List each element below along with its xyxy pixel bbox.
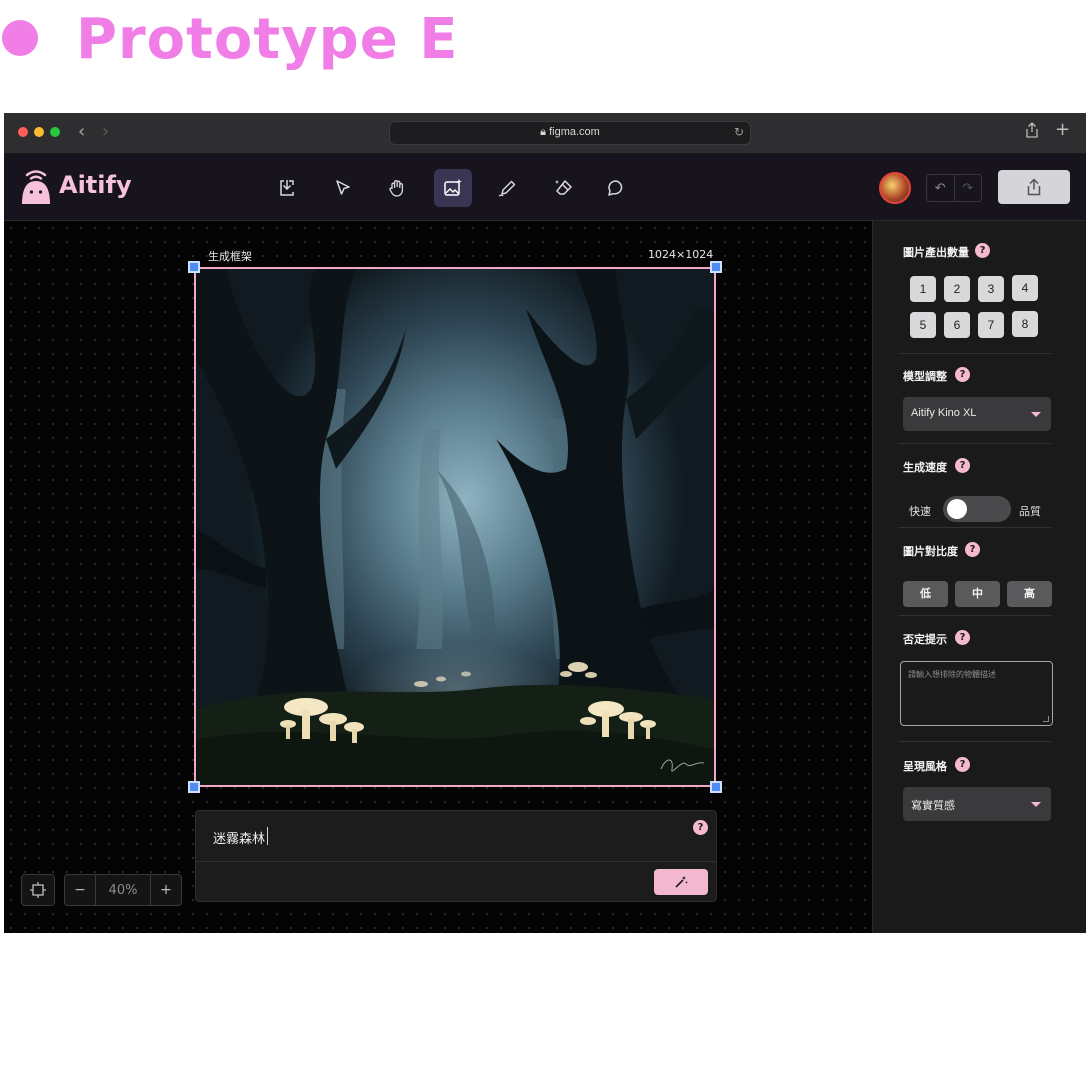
generate-button[interactable] [654, 869, 708, 895]
browser-chrome: ‹ › 🔒︎ figma.com ↻ + [4, 113, 1086, 154]
count-help-icon[interactable]: ? [975, 243, 990, 258]
hand-pan-icon[interactable] [378, 169, 416, 207]
prompt-help-icon[interactable]: ? [693, 820, 708, 835]
generated-image-frame[interactable] [194, 267, 716, 787]
text-caret [267, 827, 268, 845]
pen-draw-icon[interactable] [489, 169, 527, 207]
zoom-control: − 40% + [64, 874, 182, 906]
count-option-2[interactable]: 2 [944, 276, 970, 302]
prompt-divider [196, 861, 716, 862]
count-option-3[interactable]: 3 [978, 276, 1004, 302]
divider [899, 527, 1051, 528]
count-option-8[interactable]: 8 [1012, 311, 1038, 337]
prompt-input[interactable]: 迷霧森林 [213, 828, 265, 847]
contrast-help-icon[interactable]: ? [965, 542, 980, 557]
select-arrow-icon[interactable] [324, 169, 362, 207]
misty-forest-image [196, 269, 714, 785]
style-select[interactable]: 寫實質感 [903, 787, 1051, 821]
import-icon[interactable] [268, 169, 306, 207]
frame-size-label: 1024×1024 [648, 248, 714, 261]
maximize-window-button[interactable] [50, 127, 60, 137]
contrast-mid-button[interactable]: 中 [955, 581, 1000, 607]
count-option-1[interactable]: 1 [910, 276, 936, 302]
settings-panel: 圖片產出數量 ? 1 2 3 4 5 6 7 8 模型調整 ? Aitify K… [872, 221, 1086, 933]
address-bar[interactable]: 🔒︎ figma.com ↻ [389, 121, 751, 145]
forward-arrow-icon[interactable]: › [102, 121, 109, 143]
speed-quality-label: 品質 [1019, 505, 1041, 518]
fit-to-screen-icon[interactable] [21, 874, 55, 906]
comment-icon[interactable] [597, 169, 635, 207]
close-window-button[interactable] [18, 127, 28, 137]
reload-icon[interactable]: ↻ [734, 125, 744, 139]
resize-handle-top-left[interactable] [188, 261, 200, 273]
frame-name-label: 生成框架 [208, 250, 252, 263]
prompt-box: 迷霧森林 ? [195, 810, 717, 902]
export-share-button[interactable] [998, 170, 1070, 204]
new-tab-icon[interactable]: + [1055, 119, 1070, 140]
speed-quality-toggle[interactable] [943, 496, 1011, 522]
speed-title: 生成速度 [903, 461, 947, 474]
model-title: 模型調整 [903, 370, 947, 383]
user-avatar[interactable] [879, 172, 911, 204]
zoom-level[interactable]: 40% [95, 875, 151, 905]
contrast-low-button[interactable]: 低 [903, 581, 948, 607]
count-option-4[interactable]: 4 [1012, 275, 1038, 301]
style-title: 呈現風格 [903, 760, 947, 773]
app-toolbar: Aitify ↶ ↷ [4, 154, 1086, 221]
back-arrow-icon[interactable]: ‹ [78, 121, 85, 143]
contrast-high-button[interactable]: 高 [1007, 581, 1052, 607]
browser-share-icon[interactable] [1025, 122, 1039, 142]
share-icon [1027, 178, 1041, 196]
divider [899, 615, 1051, 616]
address-text: 🔒︎ figma.com [390, 126, 750, 139]
heading-title: Prototype E [76, 7, 459, 72]
chevron-down-icon [1031, 412, 1041, 417]
model-select-value: Aitify Kino XL [911, 407, 977, 419]
speed-fast-label: 快速 [909, 505, 931, 518]
aitify-logo-icon [18, 168, 54, 206]
count-title: 圖片產出數量 [903, 246, 969, 259]
resize-handle-top-right[interactable] [710, 261, 722, 273]
chevron-down-icon [1031, 802, 1041, 807]
app-name: Aitify [59, 171, 132, 199]
toggle-knob [947, 499, 967, 519]
url-label: figma.com [549, 126, 600, 138]
negative-prompt-title: 否定提示 [903, 633, 947, 646]
heading-bullet [2, 20, 38, 56]
resize-handle-bottom-right[interactable] [710, 781, 722, 793]
minimize-window-button[interactable] [34, 127, 44, 137]
magic-wand-icon [675, 876, 688, 888]
redo-icon[interactable]: ↷ [953, 175, 982, 201]
divider [899, 353, 1051, 354]
zoom-out-button[interactable]: − [65, 875, 95, 905]
count-option-7[interactable]: 7 [978, 312, 1004, 338]
eraser-icon[interactable] [545, 169, 583, 207]
negative-prompt-field[interactable]: 請輸入想排除的物體描述 [900, 661, 1053, 726]
count-option-6[interactable]: 6 [944, 312, 970, 338]
page: Prototype E ‹ › 🔒︎ figma.com ↻ + Aitify … [0, 0, 1088, 1075]
lock-icon: 🔒︎ [540, 126, 547, 138]
undo-icon[interactable]: ↶ [927, 175, 954, 201]
negative-prompt-placeholder: 請輸入想排除的物體描述 [908, 670, 996, 679]
speed-help-icon[interactable]: ? [955, 458, 970, 473]
divider [899, 741, 1051, 742]
divider [899, 443, 1051, 444]
negative-help-icon[interactable]: ? [955, 630, 970, 645]
resize-handle-bottom-left[interactable] [188, 781, 200, 793]
count-option-5[interactable]: 5 [910, 312, 936, 338]
style-select-value: 寫實質感 [911, 800, 955, 812]
style-help-icon[interactable]: ? [955, 757, 970, 772]
model-select[interactable]: Aitify Kino XL [903, 397, 1051, 431]
resize-grip-icon[interactable] [1043, 716, 1049, 722]
zoom-in-button[interactable]: + [151, 875, 181, 905]
model-help-icon[interactable]: ? [955, 367, 970, 382]
contrast-title: 圖片對比度 [903, 545, 958, 558]
browser-window: ‹ › 🔒︎ figma.com ↻ + Aitify ↶ ↷ 生成框架 102… [4, 113, 1086, 933]
canvas-area[interactable]: 生成框架 1024×1024 迷霧森林 ? − 40% + [4, 221, 872, 933]
undo-redo-group: ↶ ↷ [926, 174, 982, 202]
image-generate-icon[interactable] [434, 169, 472, 207]
